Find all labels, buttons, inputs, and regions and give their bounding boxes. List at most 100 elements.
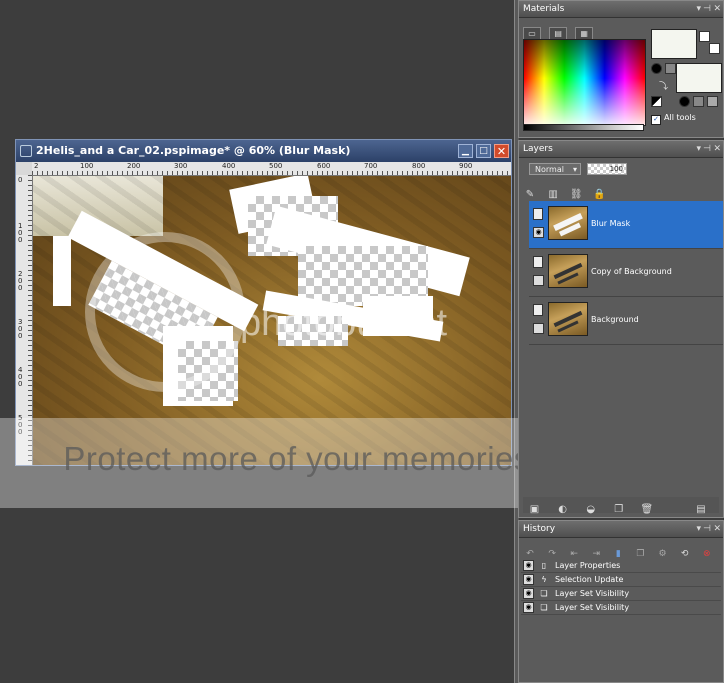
- history-item[interactable]: ◉ ▯ Layer Properties: [521, 559, 721, 573]
- color-spectrum[interactable]: [523, 39, 646, 126]
- ruler-label: 100: [80, 162, 94, 170]
- eye-icon[interactable]: ◉: [523, 602, 534, 613]
- minimize-button[interactable]: ▁: [458, 144, 473, 158]
- foreground-swatch[interactable]: [651, 29, 697, 59]
- page-icon: ▯: [541, 561, 547, 570]
- pin-icon[interactable]: ⊣: [703, 141, 711, 157]
- watermark-ring: [85, 232, 245, 392]
- materials-tabs: ▭ ▤ ▦: [523, 21, 596, 41]
- layer-row-blur-mask[interactable]: ◉ Blur Mask: [529, 201, 723, 249]
- eye-icon[interactable]: ◉: [523, 588, 534, 599]
- pin-icon[interactable]: ⊣: [703, 1, 711, 17]
- background-swatch[interactable]: [676, 63, 722, 93]
- ruler-label: 300: [18, 318, 23, 340]
- layers-toolbar: ▣ ◐ ◒ ❐ 🗑 ▤: [523, 497, 719, 515]
- layer-row-copy-of-background[interactable]: Copy of Background: [529, 249, 723, 297]
- layer-lock-tools: ✎ ▥ ⛓ 🔒: [523, 182, 719, 200]
- chevron-down-icon[interactable]: ▾: [696, 141, 701, 157]
- layer-name: Blur Mask: [591, 219, 631, 228]
- ruler-label: 2: [34, 162, 39, 170]
- opacity-field[interactable]: 100: [587, 163, 627, 175]
- document-icon: [20, 145, 32, 157]
- history-item[interactable]: ◉ ❏ Layer Set Visibility: [521, 587, 721, 601]
- history-title-bar[interactable]: History ▾ ⊣ ✕: [519, 521, 723, 538]
- close-button[interactable]: ✕: [494, 144, 509, 158]
- checkbox-icon[interactable]: ✓: [651, 115, 661, 125]
- ruler-corner: [16, 162, 33, 176]
- link-icon[interactable]: ⛓: [569, 188, 583, 202]
- texture-icon[interactable]: [665, 63, 676, 74]
- ruler-label: 600: [317, 162, 331, 170]
- delete-layer-icon[interactable]: 🗑: [639, 503, 654, 517]
- document-title: 2Helis_and a Car_02.pspimage* @ 60% (Blu…: [36, 144, 351, 157]
- layer-row-background[interactable]: Background: [529, 297, 723, 345]
- horizontal-ruler[interactable]: 2 100 200 300 400 500 600 700 800 900: [32, 162, 511, 176]
- mask-icon[interactable]: ▥: [546, 188, 560, 202]
- layer-name: Background: [591, 315, 639, 324]
- adjustment-layer-icon[interactable]: ◐: [555, 503, 570, 517]
- ruler-label: 700: [364, 162, 378, 170]
- reset-colors-icon[interactable]: [651, 96, 662, 107]
- layers-palette[interactable]: Layers ▾ ⊣ ✕ Normal ▾ 100 ✎ ▥ ⛓ 🔒 ◉ Blur …: [518, 140, 724, 518]
- page-icon: [533, 304, 543, 316]
- chevron-down-icon[interactable]: ▾: [696, 521, 701, 537]
- page-icon: [533, 208, 543, 220]
- layers-title: Layers: [523, 144, 553, 154]
- layer-list: ◉ Blur Mask Copy of Background Backgroun…: [529, 201, 723, 345]
- history-item-label: Layer Properties: [555, 561, 621, 570]
- brush-icon[interactable]: ✎: [523, 188, 537, 202]
- style-solid-icon[interactable]: [651, 63, 662, 74]
- layer-properties-icon[interactable]: ▤: [693, 503, 708, 517]
- history-item-label: Layer Set Visibility: [555, 603, 630, 612]
- all-tools-checkbox[interactable]: ✓ All tools: [651, 113, 696, 125]
- ruler-label: 200: [18, 270, 23, 292]
- maximize-button[interactable]: □: [476, 144, 491, 158]
- history-palette[interactable]: History ▾ ⊣ ✕ ↶ ↷ ⇤ ⇥ ▮ ❐ ⚙ ⟲ ⊗ ◉ ▯ Laye…: [518, 520, 724, 683]
- close-icon[interactable]: ✕: [713, 141, 721, 157]
- history-title: History: [523, 524, 556, 534]
- watermark-logo: photobucket: [240, 302, 448, 344]
- close-icon[interactable]: ✕: [713, 521, 721, 537]
- swap-colors-icon[interactable]: ⤵: [659, 79, 668, 92]
- ruler-label: 0: [18, 176, 23, 184]
- materials-title: Materials: [523, 4, 565, 14]
- document-title-bar[interactable]: 2Helis_and a Car_02.pspimage* @ 60% (Blu…: [16, 140, 511, 162]
- layers-icon: ❏: [540, 589, 548, 598]
- bg-transparent-icon[interactable]: [707, 96, 718, 107]
- lock-icon[interactable]: 🔒: [592, 188, 606, 202]
- layer-name: Copy of Background: [591, 267, 672, 276]
- ruler-label: 200: [127, 162, 141, 170]
- mask-shape: [53, 236, 71, 306]
- grayscale-bar[interactable]: [523, 124, 644, 131]
- blend-mode-select[interactable]: Normal ▾: [529, 163, 581, 175]
- eye-icon[interactable]: ◉: [523, 574, 534, 585]
- new-mask-icon[interactable]: ◒: [583, 503, 598, 517]
- eye-icon[interactable]: ◉: [523, 560, 534, 571]
- bg-texture-icon[interactable]: [693, 96, 704, 107]
- history-item[interactable]: ◉ ϟ Selection Update: [521, 573, 721, 587]
- bg-mini-swatch[interactable]: [709, 43, 720, 54]
- history-item-label: Layer Set Visibility: [555, 589, 630, 598]
- ruler-label: 800: [412, 162, 426, 170]
- materials-palette[interactable]: Materials ▾ ⊣ ✕ ▭ ▤ ▦ ⤵ ✓ All tools: [518, 0, 724, 138]
- layers-icon: ❏: [540, 603, 548, 612]
- eye-icon[interactable]: ◉: [533, 227, 544, 238]
- duplicate-layer-icon[interactable]: ❐: [611, 503, 626, 517]
- history-item[interactable]: ◉ ❏ Layer Set Visibility: [521, 601, 721, 615]
- fg-mini-swatch[interactable]: [699, 31, 710, 42]
- eye-icon[interactable]: [533, 323, 544, 334]
- ruler-label: 400: [222, 162, 236, 170]
- chevron-down-icon: ▾: [572, 165, 577, 174]
- ruler-label: 400: [18, 366, 23, 388]
- eye-icon[interactable]: [533, 275, 544, 286]
- history-item-label: Selection Update: [555, 575, 624, 584]
- materials-title-bar[interactable]: Materials ▾ ⊣ ✕: [519, 1, 723, 18]
- chevron-down-icon[interactable]: ▾: [696, 1, 701, 17]
- new-layer-icon[interactable]: ▣: [527, 503, 542, 517]
- pin-icon[interactable]: ⊣: [703, 521, 711, 537]
- page-icon: [533, 256, 543, 268]
- bg-style-solid-icon[interactable]: [679, 96, 690, 107]
- history-list: ◉ ▯ Layer Properties ◉ ϟ Selection Updat…: [521, 559, 721, 615]
- layers-title-bar[interactable]: Layers ▾ ⊣ ✕: [519, 141, 723, 158]
- close-icon[interactable]: ✕: [713, 1, 721, 17]
